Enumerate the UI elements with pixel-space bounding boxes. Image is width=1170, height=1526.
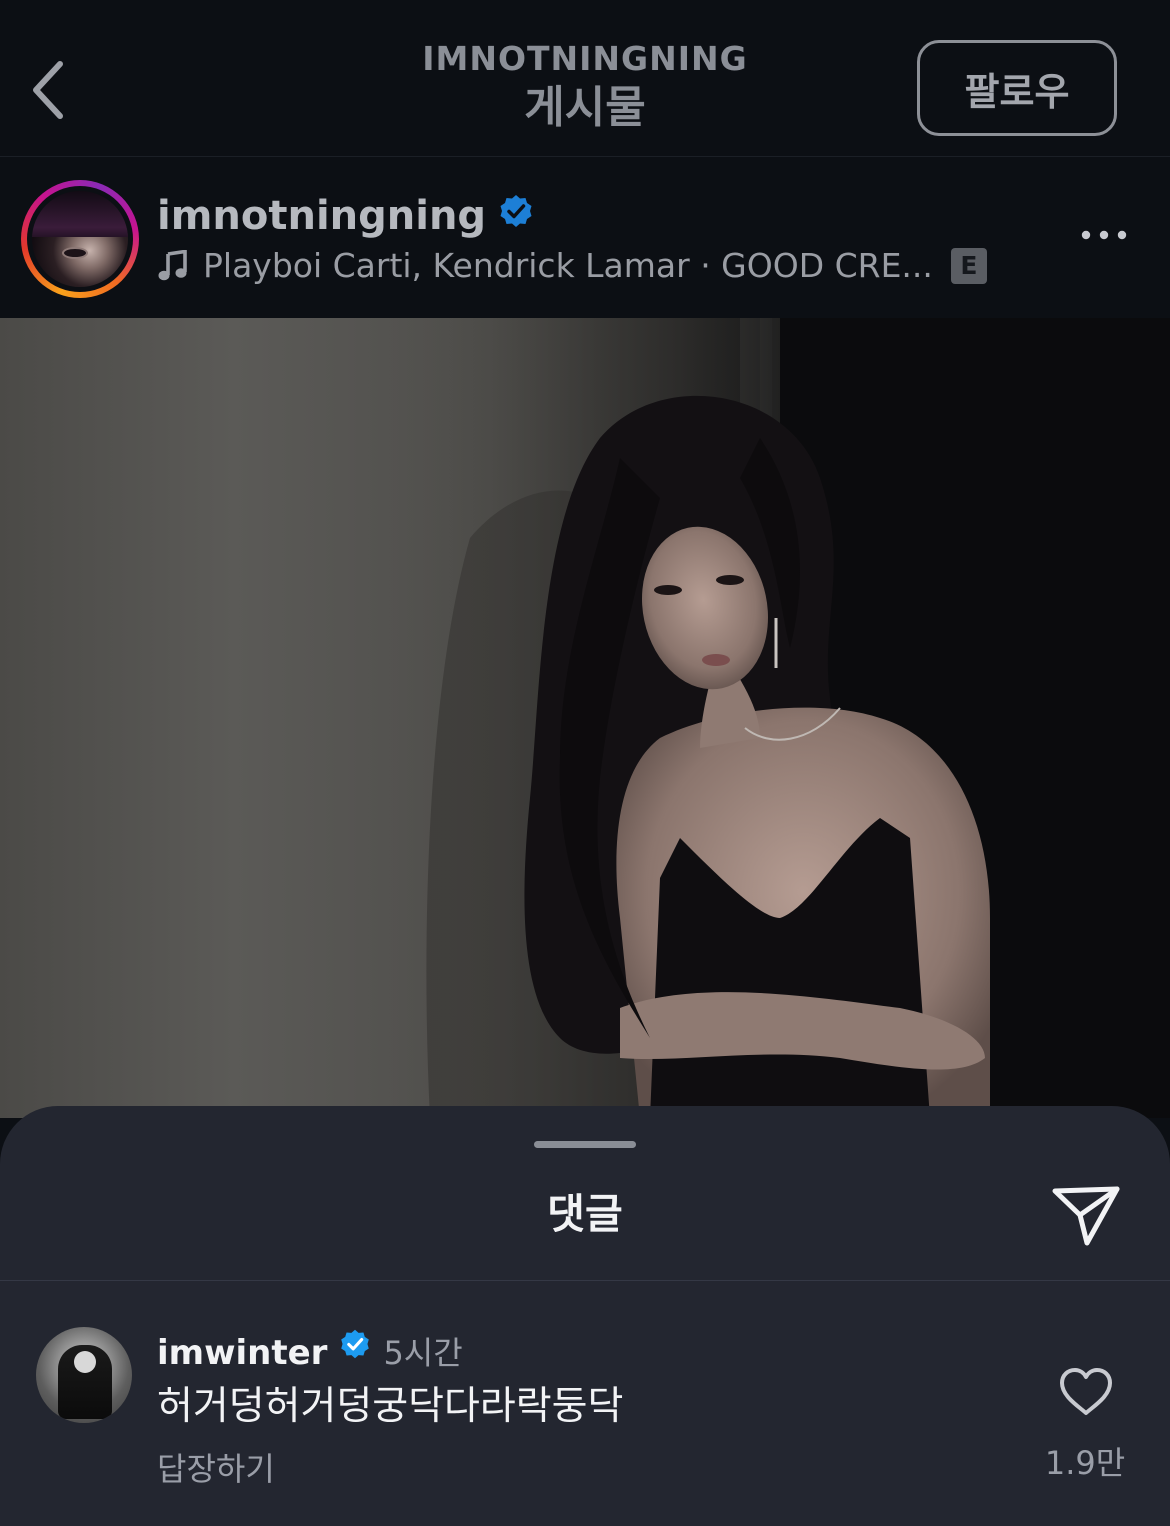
post-screen: IMNOTNINGNING 게시물 팔로우 imnotningning Play… — [0, 0, 1170, 1526]
avatar-eye — [62, 247, 88, 259]
avatar-border — [27, 186, 133, 292]
story-avatar[interactable] — [21, 180, 139, 298]
photo-illustration — [380, 318, 1170, 1118]
comment-text: 허거덩허거덩궁닥다라락둥닥 — [157, 1384, 624, 1429]
post-username: imnotningning — [157, 193, 487, 239]
heart-outline-icon — [1060, 1368, 1112, 1415]
page-title: 게시물 — [524, 82, 646, 133]
like-button[interactable] — [1054, 1362, 1118, 1422]
comment-meta: imwinter 5시간 — [157, 1328, 463, 1378]
music-title: Playboi Carti, Kendrick Lamar · GOOD CRE… — [203, 246, 933, 285]
comments-sheet: 댓글 imwinter 5시간 허거덩허거덩궁닥다라락둥닥 답장하기 — [0, 1106, 1170, 1526]
avatar-face — [74, 1351, 96, 1373]
verified-badge-icon — [498, 191, 534, 241]
paper-plane-icon — [1052, 1186, 1120, 1246]
avatar — [32, 191, 128, 287]
comment-avatar[interactable] — [36, 1327, 132, 1423]
share-button[interactable] — [1048, 1182, 1124, 1250]
back-button[interactable] — [18, 52, 78, 128]
like-count: 1.9만 — [1044, 1444, 1126, 1482]
page-title-group: IMNOTNINGNING 게시물 — [285, 40, 885, 136]
comment-item: imwinter 5시간 허거덩허거덩궁닥다라락둥닥 답장하기 — [0, 1281, 1170, 1526]
post-header: imnotningning Playboi Carti, Kendrick La… — [0, 157, 1170, 317]
verified-badge-icon — [339, 1328, 371, 1378]
sheet-grabber[interactable] — [534, 1141, 636, 1148]
avatar-hair — [32, 191, 128, 237]
more-options-button[interactable] — [1074, 215, 1134, 255]
chevron-left-icon — [33, 61, 63, 119]
post-photo[interactable] — [0, 318, 1170, 1118]
comments-title: 댓글 — [547, 1190, 623, 1238]
comment-username[interactable]: imwinter — [157, 1330, 327, 1376]
reply-button[interactable]: 답장하기 — [157, 1446, 275, 1492]
follow-button[interactable]: 팔로우 — [917, 40, 1117, 136]
comment-timestamp: 5시간 — [383, 1334, 463, 1372]
top-bar: IMNOTNINGNING 게시물 팔로우 — [0, 0, 1170, 157]
more-horizontal-icon — [1081, 230, 1127, 240]
post-author[interactable]: imnotningning — [157, 191, 534, 241]
music-note-icon — [157, 250, 189, 282]
explicit-badge: E — [950, 248, 987, 284]
music-attribution[interactable]: Playboi Carti, Kendrick Lamar · GOOD CRE… — [157, 245, 987, 287]
account-caption: IMNOTNINGNING — [422, 39, 748, 78]
